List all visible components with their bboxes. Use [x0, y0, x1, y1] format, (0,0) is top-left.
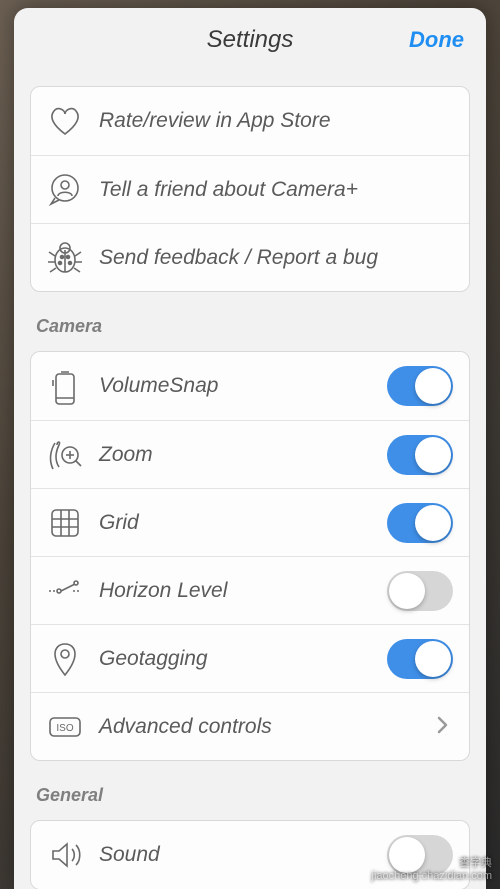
camera-group: VolumeSnap Zoom Grid: [30, 351, 470, 761]
settings-scroll[interactable]: Rate/review in App Store Tell a friend a…: [14, 72, 486, 889]
geotag-icon: [45, 639, 85, 679]
grid-icon: [45, 503, 85, 543]
page-title: Settings: [207, 26, 294, 54]
horizon-icon: [45, 571, 85, 611]
svg-text:ISO: ISO: [56, 723, 73, 734]
horizon-row: Horizon Level: [31, 556, 469, 624]
feedback-group: Rate/review in App Store Tell a friend a…: [30, 86, 470, 292]
settings-sheet: Settings Done Rate/review in App Store T…: [14, 8, 486, 889]
volumesnap-row: VolumeSnap: [31, 352, 469, 420]
horizon-toggle[interactable]: [387, 571, 453, 611]
zoom-label: Zoom: [99, 443, 373, 467]
send-feedback-label: Send feedback / Report a bug: [99, 246, 453, 270]
done-button[interactable]: Done: [409, 27, 464, 53]
camera-section-title: Camera: [36, 316, 464, 337]
tell-friend-label: Tell a friend about Camera+: [99, 178, 453, 202]
geotag-toggle[interactable]: [387, 639, 453, 679]
grid-row: Grid: [31, 488, 469, 556]
volumesnap-toggle[interactable]: [387, 366, 453, 406]
zoom-toggle[interactable]: [387, 435, 453, 475]
geotag-row: Geotagging: [31, 624, 469, 692]
rate-review-label: Rate/review in App Store: [99, 109, 453, 133]
chevron-right-icon: [437, 714, 453, 740]
rate-review-row[interactable]: Rate/review in App Store: [31, 87, 469, 155]
settings-header: Settings Done: [14, 8, 486, 72]
horizon-label: Horizon Level: [99, 579, 373, 603]
advanced-controls-row[interactable]: ISO Advanced controls: [31, 692, 469, 760]
iso-icon: ISO: [45, 707, 85, 747]
volumesnap-label: VolumeSnap: [99, 374, 373, 398]
advanced-controls-label: Advanced controls: [99, 715, 423, 739]
general-section-title: General: [36, 785, 464, 806]
watermark: 查字典 jiaocheng.chazidian.com: [372, 857, 492, 883]
zoom-row: Zoom: [31, 420, 469, 488]
grid-label: Grid: [99, 511, 373, 535]
sound-label: Sound: [99, 843, 373, 867]
tell-friend-icon: [45, 170, 85, 210]
tell-friend-row[interactable]: Tell a friend about Camera+: [31, 155, 469, 223]
zoom-icon: [45, 435, 85, 475]
volumesnap-icon: [45, 366, 85, 406]
sound-icon: [45, 835, 85, 875]
grid-toggle[interactable]: [387, 503, 453, 543]
bug-icon: [45, 238, 85, 278]
heart-icon: [45, 101, 85, 141]
geotag-label: Geotagging: [99, 647, 373, 671]
send-feedback-row[interactable]: Send feedback / Report a bug: [31, 223, 469, 291]
